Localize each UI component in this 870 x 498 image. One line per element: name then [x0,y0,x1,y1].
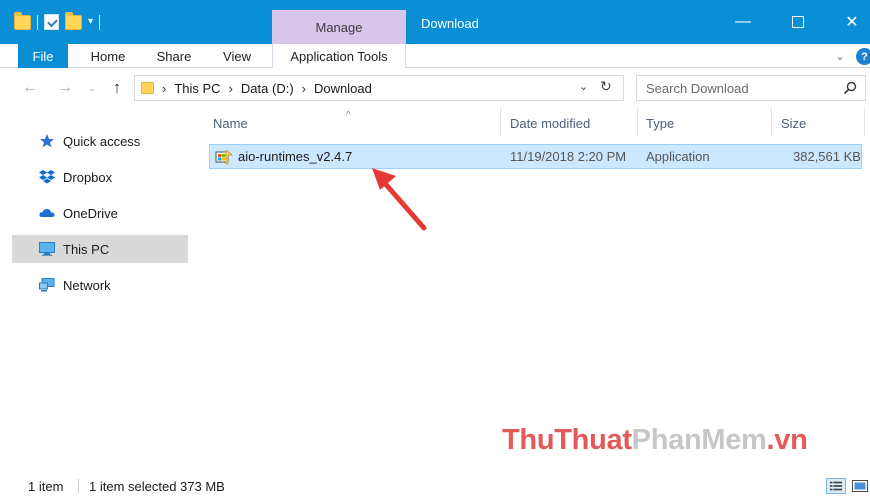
navigation-bar: ← → ⌄ ↑ › This PC › Data (D:) › Download… [0,69,870,107]
back-button[interactable]: ← [20,79,40,97]
breadcrumb-this-pc[interactable]: This PC [174,81,220,96]
file-name: aio-runtimes_v2.4.7 [238,149,353,164]
maximize-icon [792,16,804,28]
folder-icon[interactable] [14,11,31,30]
column-header-size[interactable]: Size [781,107,861,139]
nav-item-this-pc[interactable]: This PC [12,235,188,263]
watermark-part: ThuThuat [502,424,632,456]
cloud-icon [39,208,55,217]
nav-item-label: Network [63,277,111,293]
customize-toolbar-dropdown-icon[interactable]: ▾ [88,17,93,27]
up-button[interactable]: ↑ [107,78,127,97]
manage-context-tab[interactable]: Manage [272,10,406,44]
window-title: Download [421,16,479,31]
large-icons-view-icon[interactable] [851,478,869,494]
navigation-pane: Quick access Dropbox OneDrive This PC Ne… [0,107,192,469]
refresh-icon[interactable]: ↻ [600,78,612,95]
new-folder-icon[interactable] [65,11,82,30]
breadcrumb-download[interactable]: Download [314,81,372,96]
network-icon [39,278,55,292]
nav-item-onedrive[interactable]: OneDrive [12,199,188,227]
breadcrumb-chevron-icon[interactable]: › [162,81,166,96]
properties-icon[interactable] [44,14,59,30]
title-bar[interactable]: ▾ Manage Download — ✕ [0,0,870,44]
maximize-button[interactable] [772,0,824,44]
help-icon[interactable]: ? [856,48,870,65]
breadcrumb-chevron-icon[interactable]: › [229,81,233,96]
forward-button[interactable]: → [55,79,75,97]
tab-application-tools[interactable]: Application Tools [272,44,406,68]
watermark-logo: ThuThuatPhanMem.vn [502,424,808,457]
nav-item-label: This PC [63,241,110,257]
details-view-icon[interactable] [826,478,846,494]
tab-share[interactable]: Share [147,44,201,68]
file-size: 382,561 KB [793,149,861,164]
nav-item-label: OneDrive [63,205,118,221]
item-count: 1 item [28,479,64,494]
breadcrumb-chevron-icon[interactable]: › [302,81,306,96]
toolbar-divider [37,14,38,30]
annotation-arrow-icon [372,168,427,231]
expand-ribbon-chevron-icon[interactable]: ⌄ [832,48,848,64]
column-header-type[interactable]: Type [646,107,771,139]
nav-item-label: Quick access [63,133,141,149]
file-type: Application [646,149,710,164]
column-header-name[interactable]: Name [213,107,500,139]
address-bar[interactable]: › This PC › Data (D:) › Download ⌄ ↻ [134,75,624,101]
toolbar-divider [99,14,101,30]
nav-item-dropbox[interactable]: Dropbox [12,163,188,191]
column-divider[interactable] [864,107,865,137]
column-header-date-modified[interactable]: Date modified [510,107,637,139]
quick-access-toolbar: ▾ [14,10,101,34]
recent-locations-dropdown[interactable]: ⌄ [85,79,99,97]
breadcrumb-data-drive[interactable]: Data (D:) [241,81,294,96]
search-box[interactable] [636,75,866,101]
file-row[interactable]: aio-runtimes_v2.4.7 11/19/2018 2:20 PM A… [209,144,862,169]
watermark-part: .vn [766,424,808,456]
minimize-button[interactable]: — [717,0,769,44]
nav-item-quick-access[interactable]: Quick access [12,127,188,155]
tab-view[interactable]: View [212,44,262,68]
column-divider[interactable] [771,107,772,137]
search-icon[interactable] [843,81,857,95]
status-divider [78,479,79,493]
dropbox-icon [39,170,55,184]
tab-file[interactable]: File [18,44,68,68]
ribbon-tab-bar: File Home Share View Application Tools ⌄… [0,44,870,68]
watermark-part: PhanMem [631,424,767,456]
column-divider[interactable] [637,107,638,137]
nav-item-network[interactable]: Network [12,271,188,299]
installer-app-icon [215,149,233,165]
monitor-icon [39,242,55,256]
folder-icon [141,82,154,94]
search-input[interactable] [646,76,836,100]
status-bar: 1 item 1 item selected 373 MB [0,474,870,498]
close-button[interactable]: ✕ [826,0,870,44]
nav-item-label: Dropbox [63,169,113,185]
star-icon [40,134,54,148]
tab-home[interactable]: Home [79,44,137,68]
column-divider[interactable] [500,107,501,137]
address-history-dropdown-icon[interactable]: ⌄ [579,80,588,93]
file-date-modified: 11/19/2018 2:20 PM [510,149,627,164]
selection-info: 1 item selected 373 MB [89,479,225,494]
